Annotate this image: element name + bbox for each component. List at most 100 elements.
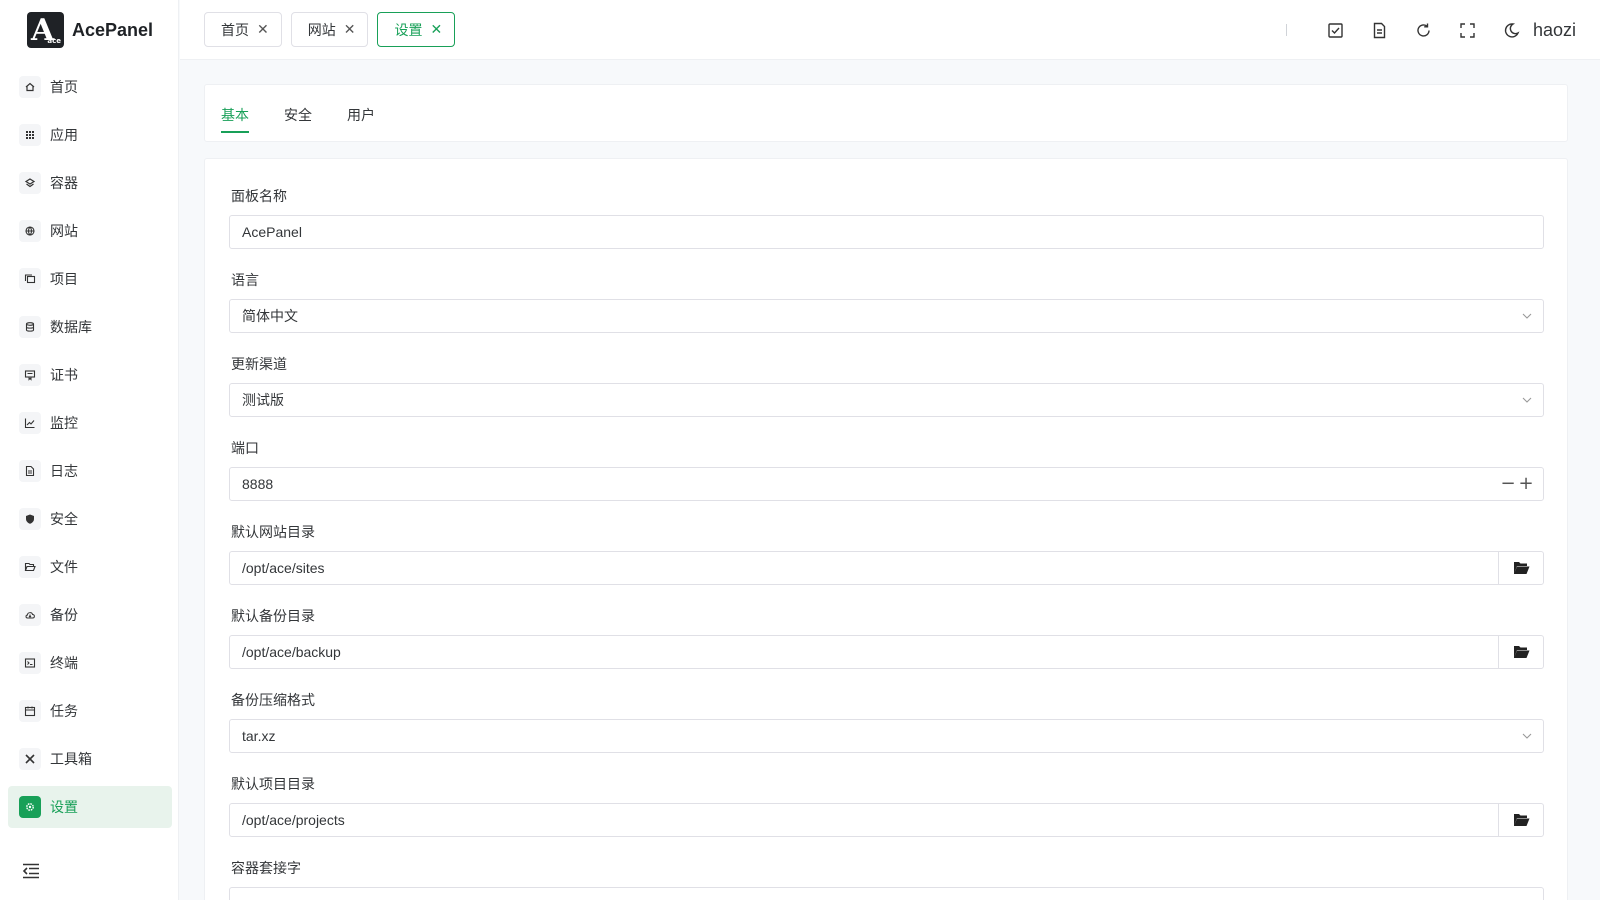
sidebar-item-tasks[interactable]: 任务 xyxy=(8,690,172,732)
sidebar-item-backup[interactable]: 备份 xyxy=(8,594,172,636)
tab-security[interactable]: 安全 xyxy=(284,105,312,131)
sidebar-item-certificates[interactable]: 证书 xyxy=(8,354,172,396)
field-label: 容器套接字 xyxy=(231,861,301,877)
terminal-icon xyxy=(19,652,41,674)
sidebar-item-label: 数据库 xyxy=(50,320,92,336)
container-socket-input[interactable] xyxy=(230,888,1543,900)
sidebar-item-security[interactable]: 安全 xyxy=(8,498,172,540)
settings-tabs: 基本 安全 用户 xyxy=(204,84,1568,142)
tab-websites[interactable]: 网站 ✕ xyxy=(290,12,369,47)
folders-icon xyxy=(19,268,41,290)
app-logo[interactable]: A ace AcePanel xyxy=(27,12,153,48)
user-name[interactable]: haozi xyxy=(1533,20,1576,41)
language-select[interactable]: 简体中文 xyxy=(229,299,1544,333)
cloud-icon xyxy=(19,604,41,626)
select-value: 测试版 xyxy=(242,392,284,408)
globe-icon xyxy=(19,220,41,242)
sidebar-item-apps[interactable]: 应用 xyxy=(8,114,172,156)
update-channel-select[interactable]: 测试版 xyxy=(229,383,1544,417)
field-backup-dir: 默认备份目录 xyxy=(229,607,1544,669)
sidebar-item-label: 日志 xyxy=(50,464,78,480)
close-icon[interactable]: ✕ xyxy=(430,22,442,38)
gear-icon xyxy=(19,796,41,818)
app-name: AcePanel xyxy=(72,19,154,40)
task-check-icon[interactable] xyxy=(1323,17,1349,43)
field-website-dir: 默认网站目录 xyxy=(229,523,1544,585)
backup-dir-input[interactable] xyxy=(230,636,1498,668)
field-panel-name: 面板名称 xyxy=(229,187,1544,249)
website-dir-input-wrap xyxy=(229,551,1544,585)
folder-open-icon xyxy=(1513,646,1529,658)
chevron-down-icon xyxy=(1522,313,1532,319)
project-dir-input[interactable] xyxy=(230,804,1498,836)
decrement-button[interactable]: − xyxy=(1499,474,1517,494)
backup-format-select[interactable]: tar.xz xyxy=(229,719,1544,753)
sidebar-item-label: 监控 xyxy=(50,416,78,432)
tab-settings[interactable]: 设置 ✕ xyxy=(377,12,456,47)
field-language: 语言 简体中文 xyxy=(229,271,1544,333)
tab-label: 首页 xyxy=(221,22,249,39)
field-container-socket: 容器套接字 xyxy=(229,859,1544,900)
container-socket-input-wrap xyxy=(229,887,1544,900)
tab-basic[interactable]: 基本 xyxy=(221,105,249,133)
folder-open-icon xyxy=(1513,562,1529,574)
document-icon xyxy=(19,460,41,482)
sidebar-item-label: 文件 xyxy=(50,560,78,576)
sidebar-item-websites[interactable]: 网站 xyxy=(8,210,172,252)
sidebar-item-logs[interactable]: 日志 xyxy=(8,450,172,492)
sidebar-item-database[interactable]: 数据库 xyxy=(8,306,172,348)
website-dir-input[interactable] xyxy=(230,552,1498,584)
field-label: 默认备份目录 xyxy=(231,609,315,625)
sidebar-item-containers[interactable]: 容器 xyxy=(8,162,172,204)
port-input[interactable] xyxy=(230,468,1543,500)
fullscreen-icon[interactable] xyxy=(1455,17,1481,43)
browse-folder-button[interactable] xyxy=(1498,552,1543,584)
calendar-icon xyxy=(19,700,41,722)
panel-name-input-wrap xyxy=(229,215,1544,249)
database-icon xyxy=(19,316,41,338)
sidebar-collapse-button[interactable] xyxy=(20,860,42,882)
port-input-wrap: − + xyxy=(229,467,1544,501)
close-icon[interactable]: ✕ xyxy=(344,22,356,38)
quantity-stepper: − + xyxy=(1499,474,1535,494)
folder-open-icon xyxy=(1513,814,1529,826)
field-label: 面板名称 xyxy=(231,189,287,205)
sidebar-item-monitor[interactable]: 监控 xyxy=(8,402,172,444)
field-label: 默认网站目录 xyxy=(231,525,315,541)
dark-mode-icon[interactable] xyxy=(1499,17,1525,43)
document-icon[interactable] xyxy=(1367,17,1393,43)
tab-home[interactable]: 首页 ✕ xyxy=(204,12,282,47)
close-icon[interactable]: ✕ xyxy=(257,22,269,38)
sidebar-item-label: 网站 xyxy=(50,224,78,240)
browse-folder-button[interactable] xyxy=(1498,804,1543,836)
sidebar-item-settings[interactable]: 设置 xyxy=(8,786,172,828)
sidebar-item-files[interactable]: 文件 xyxy=(8,546,172,588)
field-port: 端口 − + xyxy=(229,439,1544,501)
sidebar-item-label: 终端 xyxy=(50,656,78,672)
select-value: tar.xz xyxy=(242,728,276,744)
sidebar: A ace AcePanel 首页 应用 容器 网站 项目 数据库 证书 监控 … xyxy=(0,0,179,900)
field-update-channel: 更新渠道 测试版 xyxy=(229,355,1544,417)
sidebar-item-toolbox[interactable]: 工具箱 xyxy=(8,738,172,780)
increment-button[interactable]: + xyxy=(1517,474,1535,494)
sidebar-item-label: 安全 xyxy=(50,512,78,528)
sidebar-item-label: 容器 xyxy=(50,176,78,192)
sidebar-item-label: 项目 xyxy=(50,272,78,288)
browse-folder-button[interactable] xyxy=(1498,636,1543,668)
header-actions: haozi xyxy=(1285,12,1576,48)
field-project-dir: 默认项目目录 xyxy=(229,775,1544,837)
panel-name-input[interactable] xyxy=(230,216,1543,248)
page-tabs: 首页 ✕ 网站 ✕ 设置 ✕ xyxy=(204,12,464,47)
sidebar-item-home[interactable]: 首页 xyxy=(8,66,172,108)
sidebar-item-terminal[interactable]: 终端 xyxy=(8,642,172,684)
sidebar-item-projects[interactable]: 项目 xyxy=(8,258,172,300)
chevron-down-icon xyxy=(1522,397,1532,403)
sidebar-item-label: 备份 xyxy=(50,608,78,624)
tab-users[interactable]: 用户 xyxy=(347,105,375,131)
layers-icon xyxy=(19,172,41,194)
tab-label: 网站 xyxy=(307,22,336,39)
refresh-icon[interactable] xyxy=(1411,17,1437,43)
field-label: 默认项目目录 xyxy=(231,777,315,793)
header-divider xyxy=(1285,24,1287,36)
sidebar-item-label: 应用 xyxy=(50,128,78,144)
